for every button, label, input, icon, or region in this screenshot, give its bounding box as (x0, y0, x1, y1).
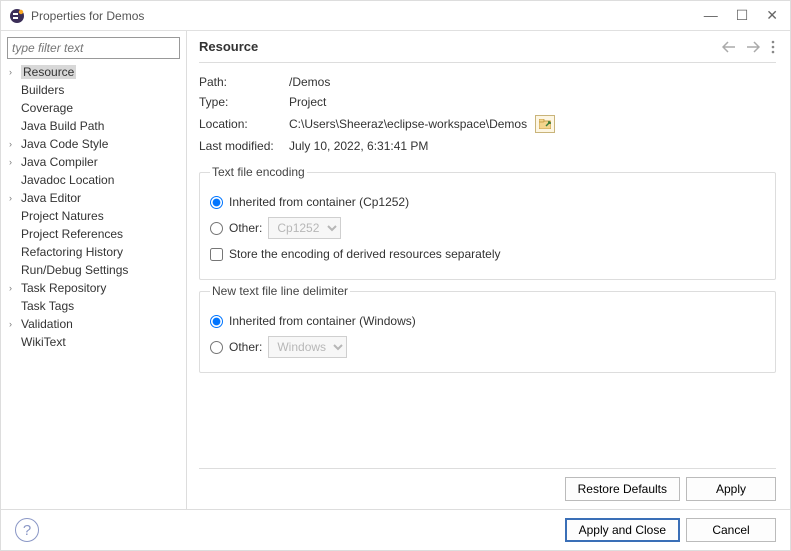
sidebar-item-task-tags[interactable]: Task Tags (7, 297, 180, 315)
path-value: /Demos (289, 75, 776, 89)
type-label: Type: (199, 95, 289, 109)
sidebar-item-label: Java Build Path (21, 119, 104, 133)
sidebar-item-java-editor[interactable]: ›Java Editor (7, 189, 180, 207)
main-panel: Resource Path: /Demos Type: Project Loca… (187, 31, 790, 509)
sidebar-item-label: Java Code Style (21, 137, 108, 151)
type-value: Project (289, 95, 776, 109)
sidebar-item-resource[interactable]: ›Resource (7, 63, 180, 81)
sidebar-item-label: Project References (21, 227, 123, 241)
store-derived-label: Store the encoding of derived resources … (229, 247, 501, 261)
sidebar: ›ResourceBuildersCoverageJava Build Path… (1, 31, 187, 509)
maximize-button[interactable]: ☐ (736, 7, 749, 24)
modified-label: Last modified: (199, 139, 289, 153)
delimiter-legend: New text file line delimiter (210, 284, 350, 298)
sidebar-item-label: Java Editor (21, 191, 81, 205)
sidebar-item-label: Refactoring History (21, 245, 123, 259)
sidebar-item-builders[interactable]: Builders (7, 81, 180, 99)
delimiter-other-label: Other: (229, 340, 262, 354)
delimiter-inherited-label: Inherited from container (Windows) (229, 314, 416, 328)
encoding-legend: Text file encoding (210, 165, 307, 179)
delimiter-other-select[interactable]: Windows (268, 336, 347, 358)
encoding-other-select[interactable]: Cp1252 (268, 217, 341, 239)
expand-icon[interactable]: › (9, 157, 19, 167)
expand-icon[interactable]: › (9, 283, 19, 293)
expand-icon[interactable]: › (9, 67, 19, 77)
show-in-explorer-button[interactable] (535, 115, 555, 133)
sidebar-item-label: Project Natures (21, 209, 104, 223)
encoding-group: Text file encoding Inherited from contai… (199, 165, 776, 280)
window-title: Properties for Demos (31, 9, 704, 23)
category-tree: ›ResourceBuildersCoverageJava Build Path… (7, 63, 180, 351)
expand-icon[interactable]: › (9, 139, 19, 149)
sidebar-item-coverage[interactable]: Coverage (7, 99, 180, 117)
apply-and-close-button[interactable]: Apply and Close (565, 518, 680, 542)
delimiter-other-radio[interactable] (210, 341, 223, 354)
apply-button[interactable]: Apply (686, 477, 776, 501)
close-button[interactable]: ✕ (766, 7, 778, 24)
encoding-inherited-radio[interactable] (210, 196, 223, 209)
sidebar-item-label: Validation (21, 317, 73, 331)
sidebar-item-label: Javadoc Location (21, 173, 114, 187)
sidebar-item-run-debug-settings[interactable]: Run/Debug Settings (7, 261, 180, 279)
modified-value: July 10, 2022, 6:31:41 PM (289, 139, 776, 153)
sidebar-item-project-natures[interactable]: Project Natures (7, 207, 180, 225)
forward-icon[interactable] (746, 41, 760, 53)
delimiter-group: New text file line delimiter Inherited f… (199, 284, 776, 373)
back-icon[interactable] (722, 41, 736, 53)
expand-icon[interactable]: › (9, 319, 19, 329)
delimiter-inherited-radio[interactable] (210, 315, 223, 328)
store-derived-checkbox[interactable] (210, 248, 223, 261)
app-icon (9, 8, 25, 24)
sidebar-item-validation[interactable]: ›Validation (7, 315, 180, 333)
sidebar-item-refactoring-history[interactable]: Refactoring History (7, 243, 180, 261)
location-label: Location: (199, 117, 289, 131)
restore-defaults-button[interactable]: Restore Defaults (565, 477, 680, 501)
sidebar-item-project-references[interactable]: Project References (7, 225, 180, 243)
sidebar-item-javadoc-location[interactable]: Javadoc Location (7, 171, 180, 189)
page-title: Resource (199, 39, 722, 54)
encoding-inherited-label: Inherited from container (Cp1252) (229, 195, 409, 209)
path-label: Path: (199, 75, 289, 89)
sidebar-item-label: Task Repository (21, 281, 106, 295)
minimize-button[interactable]: — (704, 7, 718, 24)
encoding-other-radio[interactable] (210, 222, 223, 235)
encoding-other-label: Other: (229, 221, 262, 235)
cancel-button[interactable]: Cancel (686, 518, 776, 542)
filter-input[interactable] (7, 37, 180, 59)
sidebar-item-java-compiler[interactable]: ›Java Compiler (7, 153, 180, 171)
sidebar-item-wikitext[interactable]: WikiText (7, 333, 180, 351)
sidebar-item-label: Java Compiler (21, 155, 98, 169)
location-value: C:\Users\Sheeraz\eclipse-workspace\Demos (289, 117, 527, 131)
expand-icon[interactable]: › (9, 193, 19, 203)
sidebar-item-label: Builders (21, 83, 64, 97)
sidebar-item-label: Run/Debug Settings (21, 263, 128, 277)
sidebar-item-label: Task Tags (21, 299, 74, 313)
sidebar-item-java-code-style[interactable]: ›Java Code Style (7, 135, 180, 153)
dialog-footer: ? Apply and Close Cancel (1, 509, 790, 550)
sidebar-item-task-repository[interactable]: ›Task Repository (7, 279, 180, 297)
titlebar: Properties for Demos — ☐ ✕ (1, 1, 790, 31)
help-button[interactable]: ? (15, 518, 39, 542)
sidebar-item-label: Coverage (21, 101, 73, 115)
menu-icon[interactable] (770, 40, 776, 54)
sidebar-item-java-build-path[interactable]: Java Build Path (7, 117, 180, 135)
sidebar-item-label: WikiText (21, 335, 66, 349)
sidebar-item-label: Resource (21, 65, 76, 79)
